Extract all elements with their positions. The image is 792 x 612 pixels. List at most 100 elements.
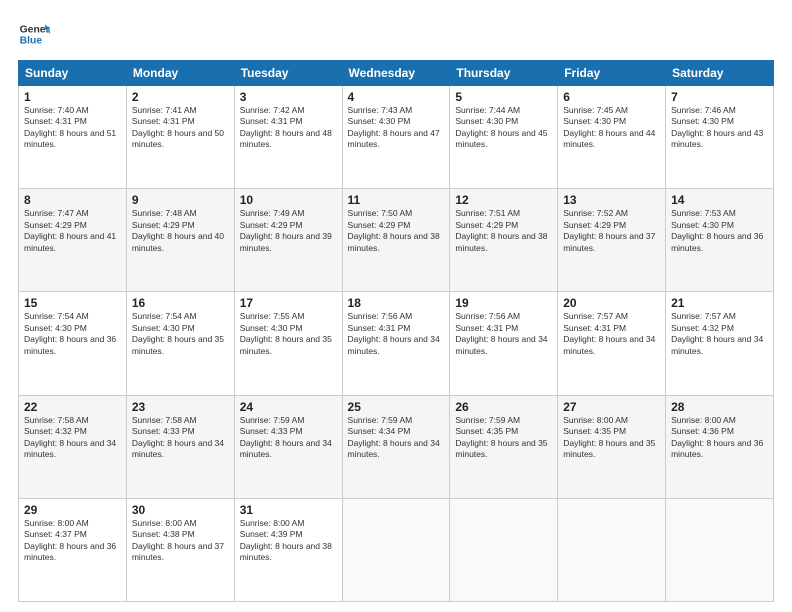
calendar-day-cell: 21Sunrise: 7:57 AMSunset: 4:32 PMDayligh… [666,292,774,395]
day-number: 1 [24,90,121,104]
calendar-day-cell: 6Sunrise: 7:45 AMSunset: 4:30 PMDaylight… [558,86,666,189]
calendar-day-cell [666,498,774,601]
day-info: Sunrise: 7:59 AMSunset: 4:34 PMDaylight:… [348,415,445,461]
calendar-day-cell: 17Sunrise: 7:55 AMSunset: 4:30 PMDayligh… [234,292,342,395]
day-info: Sunrise: 7:44 AMSunset: 4:30 PMDaylight:… [455,105,552,151]
day-info: Sunrise: 7:58 AMSunset: 4:32 PMDaylight:… [24,415,121,461]
page-header: General Blue [18,18,774,50]
calendar-week-row: 1Sunrise: 7:40 AMSunset: 4:31 PMDaylight… [19,86,774,189]
calendar-day-cell: 3Sunrise: 7:42 AMSunset: 4:31 PMDaylight… [234,86,342,189]
day-number: 27 [563,400,660,414]
calendar-day-cell: 30Sunrise: 8:00 AMSunset: 4:38 PMDayligh… [126,498,234,601]
day-number: 21 [671,296,768,310]
day-info: Sunrise: 7:41 AMSunset: 4:31 PMDaylight:… [132,105,229,151]
day-info: Sunrise: 7:47 AMSunset: 4:29 PMDaylight:… [24,208,121,254]
day-info: Sunrise: 7:56 AMSunset: 4:31 PMDaylight:… [348,311,445,357]
day-number: 19 [455,296,552,310]
day-info: Sunrise: 8:00 AMSunset: 4:35 PMDaylight:… [563,415,660,461]
weekday-header: Friday [558,61,666,86]
calendar-day-cell: 29Sunrise: 8:00 AMSunset: 4:37 PMDayligh… [19,498,127,601]
day-info: Sunrise: 7:42 AMSunset: 4:31 PMDaylight:… [240,105,337,151]
day-number: 18 [348,296,445,310]
day-number: 16 [132,296,229,310]
day-info: Sunrise: 7:49 AMSunset: 4:29 PMDaylight:… [240,208,337,254]
day-info: Sunrise: 7:59 AMSunset: 4:35 PMDaylight:… [455,415,552,461]
logo: General Blue [18,18,50,50]
calendar-day-cell: 20Sunrise: 7:57 AMSunset: 4:31 PMDayligh… [558,292,666,395]
calendar-week-row: 15Sunrise: 7:54 AMSunset: 4:30 PMDayligh… [19,292,774,395]
day-number: 25 [348,400,445,414]
svg-text:Blue: Blue [20,36,43,47]
day-number: 14 [671,193,768,207]
day-number: 31 [240,503,337,517]
day-info: Sunrise: 7:54 AMSunset: 4:30 PMDaylight:… [24,311,121,357]
calendar-day-cell: 23Sunrise: 7:58 AMSunset: 4:33 PMDayligh… [126,395,234,498]
day-number: 30 [132,503,229,517]
day-number: 11 [348,193,445,207]
calendar-day-cell: 9Sunrise: 7:48 AMSunset: 4:29 PMDaylight… [126,189,234,292]
day-info: Sunrise: 8:00 AMSunset: 4:37 PMDaylight:… [24,518,121,564]
day-info: Sunrise: 7:54 AMSunset: 4:30 PMDaylight:… [132,311,229,357]
day-info: Sunrise: 7:51 AMSunset: 4:29 PMDaylight:… [455,208,552,254]
calendar-day-cell: 22Sunrise: 7:58 AMSunset: 4:32 PMDayligh… [19,395,127,498]
weekday-header: Thursday [450,61,558,86]
day-info: Sunrise: 7:40 AMSunset: 4:31 PMDaylight:… [24,105,121,151]
calendar-day-cell: 26Sunrise: 7:59 AMSunset: 4:35 PMDayligh… [450,395,558,498]
calendar-week-row: 29Sunrise: 8:00 AMSunset: 4:37 PMDayligh… [19,498,774,601]
calendar-day-cell: 15Sunrise: 7:54 AMSunset: 4:30 PMDayligh… [19,292,127,395]
day-info: Sunrise: 7:59 AMSunset: 4:33 PMDaylight:… [240,415,337,461]
day-info: Sunrise: 7:53 AMSunset: 4:30 PMDaylight:… [671,208,768,254]
calendar-day-cell: 2Sunrise: 7:41 AMSunset: 4:31 PMDaylight… [126,86,234,189]
day-info: Sunrise: 7:57 AMSunset: 4:32 PMDaylight:… [671,311,768,357]
day-number: 9 [132,193,229,207]
day-number: 22 [24,400,121,414]
day-number: 13 [563,193,660,207]
calendar-header: SundayMondayTuesdayWednesdayThursdayFrid… [19,61,774,86]
calendar-day-cell: 31Sunrise: 8:00 AMSunset: 4:39 PMDayligh… [234,498,342,601]
calendar-day-cell [450,498,558,601]
day-number: 2 [132,90,229,104]
calendar-body: 1Sunrise: 7:40 AMSunset: 4:31 PMDaylight… [19,86,774,602]
day-info: Sunrise: 7:55 AMSunset: 4:30 PMDaylight:… [240,311,337,357]
day-info: Sunrise: 8:00 AMSunset: 4:36 PMDaylight:… [671,415,768,461]
calendar-day-cell: 1Sunrise: 7:40 AMSunset: 4:31 PMDaylight… [19,86,127,189]
logo-icon: General Blue [18,18,50,50]
calendar-day-cell: 14Sunrise: 7:53 AMSunset: 4:30 PMDayligh… [666,189,774,292]
weekday-header: Sunday [19,61,127,86]
calendar-day-cell: 5Sunrise: 7:44 AMSunset: 4:30 PMDaylight… [450,86,558,189]
calendar-table: SundayMondayTuesdayWednesdayThursdayFrid… [18,60,774,602]
day-info: Sunrise: 8:00 AMSunset: 4:38 PMDaylight:… [132,518,229,564]
day-number: 8 [24,193,121,207]
day-info: Sunrise: 7:50 AMSunset: 4:29 PMDaylight:… [348,208,445,254]
day-number: 29 [24,503,121,517]
day-info: Sunrise: 7:48 AMSunset: 4:29 PMDaylight:… [132,208,229,254]
day-info: Sunrise: 7:58 AMSunset: 4:33 PMDaylight:… [132,415,229,461]
day-number: 26 [455,400,552,414]
day-info: Sunrise: 7:45 AMSunset: 4:30 PMDaylight:… [563,105,660,151]
calendar-day-cell: 27Sunrise: 8:00 AMSunset: 4:35 PMDayligh… [558,395,666,498]
calendar-day-cell: 24Sunrise: 7:59 AMSunset: 4:33 PMDayligh… [234,395,342,498]
calendar-day-cell: 4Sunrise: 7:43 AMSunset: 4:30 PMDaylight… [342,86,450,189]
day-number: 7 [671,90,768,104]
weekday-header: Saturday [666,61,774,86]
day-number: 23 [132,400,229,414]
calendar-day-cell: 16Sunrise: 7:54 AMSunset: 4:30 PMDayligh… [126,292,234,395]
day-number: 15 [24,296,121,310]
day-number: 4 [348,90,445,104]
calendar-day-cell: 12Sunrise: 7:51 AMSunset: 4:29 PMDayligh… [450,189,558,292]
day-info: Sunrise: 7:46 AMSunset: 4:30 PMDaylight:… [671,105,768,151]
calendar-day-cell: 7Sunrise: 7:46 AMSunset: 4:30 PMDaylight… [666,86,774,189]
weekday-header: Monday [126,61,234,86]
day-number: 12 [455,193,552,207]
calendar-day-cell: 25Sunrise: 7:59 AMSunset: 4:34 PMDayligh… [342,395,450,498]
calendar-day-cell: 8Sunrise: 7:47 AMSunset: 4:29 PMDaylight… [19,189,127,292]
calendar-week-row: 8Sunrise: 7:47 AMSunset: 4:29 PMDaylight… [19,189,774,292]
day-number: 20 [563,296,660,310]
calendar-day-cell: 19Sunrise: 7:56 AMSunset: 4:31 PMDayligh… [450,292,558,395]
day-number: 3 [240,90,337,104]
day-number: 6 [563,90,660,104]
calendar-day-cell [558,498,666,601]
calendar-day-cell: 13Sunrise: 7:52 AMSunset: 4:29 PMDayligh… [558,189,666,292]
day-info: Sunrise: 7:57 AMSunset: 4:31 PMDaylight:… [563,311,660,357]
day-number: 5 [455,90,552,104]
